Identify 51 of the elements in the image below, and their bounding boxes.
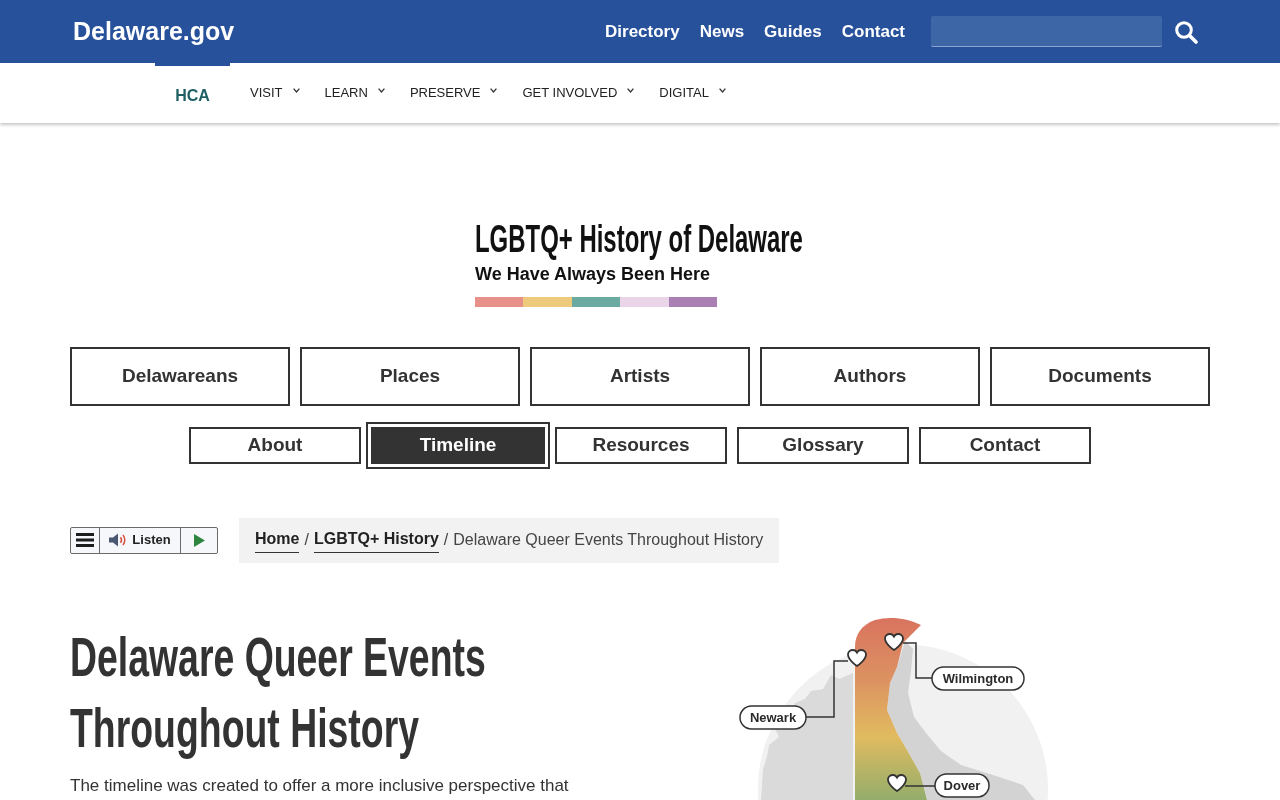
- speaker-icon: [109, 533, 128, 548]
- header-nav-link[interactable]: News: [699, 18, 745, 45]
- menu-icon: [76, 533, 94, 548]
- section-tab[interactable]: Delawareans: [70, 346, 290, 406]
- site-title-link[interactable]: Delaware.gov: [73, 12, 235, 51]
- section-tab[interactable]: Artists: [530, 346, 750, 406]
- heart-icon: [887, 773, 907, 792]
- chevron-down-icon: [627, 87, 635, 93]
- header-nav-link[interactable]: Contact: [841, 18, 905, 45]
- header-nav-link[interactable]: Directory: [605, 18, 680, 45]
- chevron-down-icon: [490, 87, 498, 93]
- map-label: Newark: [739, 704, 807, 730]
- section-tab[interactable]: Places: [300, 346, 520, 406]
- header-nav-link[interactable]: Guides: [764, 18, 822, 45]
- nav-menu-item[interactable]: LEARN: [324, 63, 385, 123]
- chevron-down-icon: [377, 87, 385, 93]
- nav-menu-item[interactable]: DIGITAL: [659, 63, 726, 123]
- breadcrumb-link[interactable]: Home: [255, 527, 300, 554]
- section-tab[interactable]: About: [189, 426, 361, 464]
- heart-icon: [847, 648, 867, 667]
- search-button[interactable]: [1174, 19, 1198, 44]
- nav-menu-item[interactable]: PRESERVE: [409, 63, 498, 123]
- breadcrumb-link[interactable]: LGBTQ+ History: [313, 527, 439, 554]
- heart-icon: [884, 632, 904, 651]
- listen-button[interactable]: Listen: [100, 527, 181, 553]
- section-tab[interactable]: Glossary: [737, 426, 909, 464]
- search-icon: [1174, 19, 1198, 44]
- section-tab[interactable]: Authors: [760, 346, 980, 406]
- breadcrumb-current: Delaware Queer Events Throughout History: [453, 530, 764, 551]
- leader-line: [805, 659, 849, 718]
- chevron-down-icon: [292, 87, 300, 93]
- section-tab[interactable]: Contact: [919, 426, 1091, 464]
- page-title: Delaware Queer Events Throughout History: [70, 624, 487, 761]
- nav-menu-item[interactable]: VISIT: [250, 63, 300, 123]
- chevron-down-icon: [718, 87, 726, 93]
- logo-title: LGBTQ+ History of Delaware: [475, 220, 803, 258]
- breadcrumb-separator: /: [443, 530, 449, 551]
- logo-tagline: We Have Always Been Here: [475, 264, 712, 286]
- search-field[interactable]: [931, 16, 1162, 47]
- breadcrumb-separator: /: [304, 530, 309, 551]
- map-label: Dover: [934, 772, 990, 798]
- play-icon: [193, 533, 205, 547]
- section-tab[interactable]: Timeline: [366, 421, 550, 469]
- intro-paragraph: The timeline was created to offer a more inclusive perspective that: [70, 775, 570, 796]
- nav-menu-item[interactable]: GET INVOLVED: [522, 63, 635, 123]
- agency-home-link[interactable]: HCA: [155, 63, 230, 123]
- leader-line: [904, 784, 936, 787]
- section-tab[interactable]: Resources: [555, 426, 727, 464]
- map-label: Wilmington: [931, 665, 1025, 691]
- section-tab[interactable]: Documents: [990, 346, 1210, 406]
- leader-line: [902, 641, 933, 679]
